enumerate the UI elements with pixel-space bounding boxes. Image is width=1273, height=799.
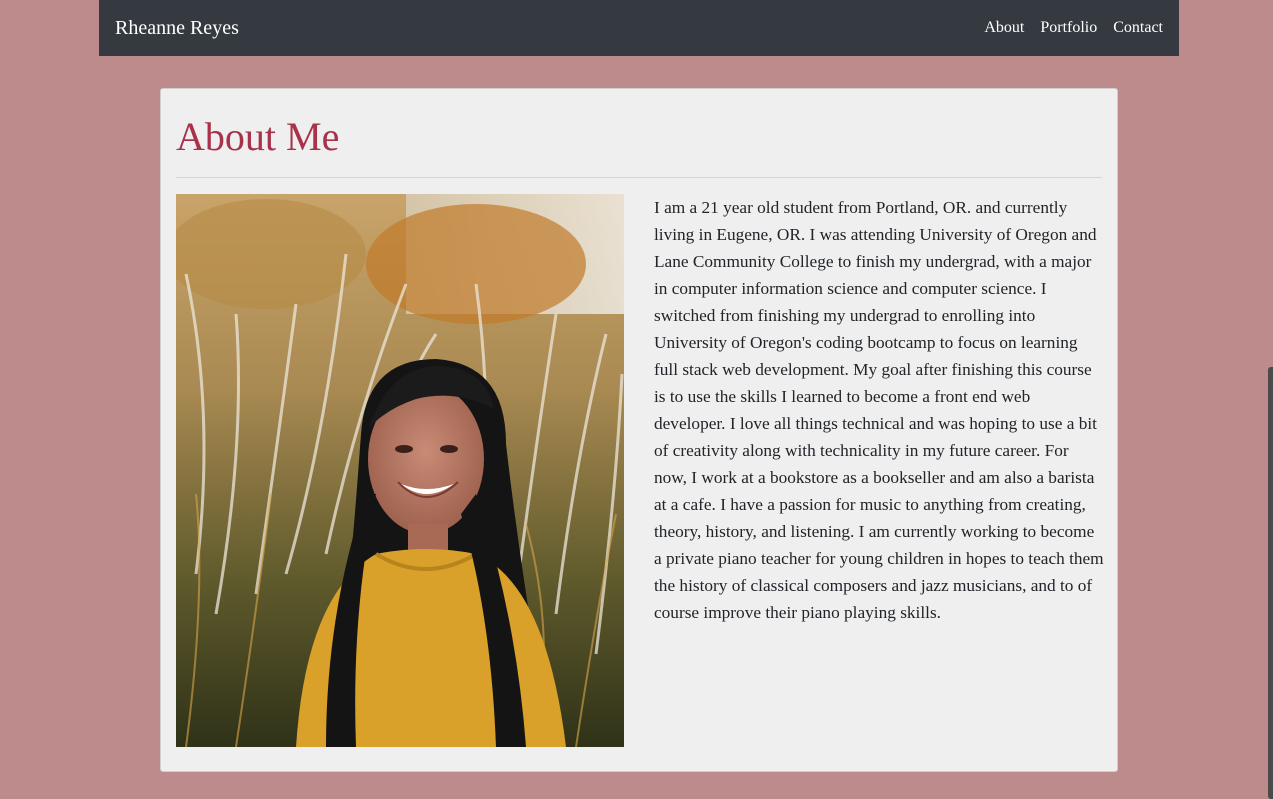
title-divider — [176, 177, 1102, 178]
nav-links: About Portfolio Contact — [968, 19, 1163, 37]
profile-photo — [176, 194, 624, 747]
nav-link-contact[interactable]: Contact — [1113, 19, 1163, 37]
nav-link-about[interactable]: About — [984, 19, 1024, 37]
about-bio-text: I am a 21 year old student from Portland… — [654, 198, 1104, 622]
scrollbar-thumb[interactable] — [1268, 367, 1273, 799]
brand-link[interactable]: Rheanne Reyes — [115, 17, 239, 40]
about-card: About Me I am a 21 year old student from… — [160, 88, 1118, 772]
navbar: Rheanne Reyes About Portfolio Contact — [99, 0, 1179, 56]
nav-link-portfolio[interactable]: Portfolio — [1040, 19, 1097, 37]
about-title: About Me — [176, 114, 340, 159]
